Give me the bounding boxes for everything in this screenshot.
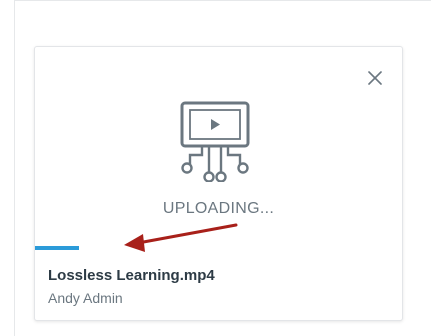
upload-progress-fill <box>35 246 80 250</box>
close-icon <box>368 71 382 85</box>
file-author: Andy Admin <box>48 290 123 306</box>
panel-divider-left <box>14 0 15 336</box>
video-media-icon <box>175 100 257 183</box>
upload-progress-bar <box>35 246 402 250</box>
page: UPLOADING... Lossless Learning.mp4 Andy … <box>0 0 431 336</box>
file-name: Lossless Learning.mp4 <box>48 267 215 284</box>
upload-card: UPLOADING... Lossless Learning.mp4 Andy … <box>34 46 403 321</box>
upload-status: UPLOADING... <box>162 200 275 217</box>
close-button[interactable] <box>361 64 389 92</box>
panel-divider-top <box>14 0 431 1</box>
